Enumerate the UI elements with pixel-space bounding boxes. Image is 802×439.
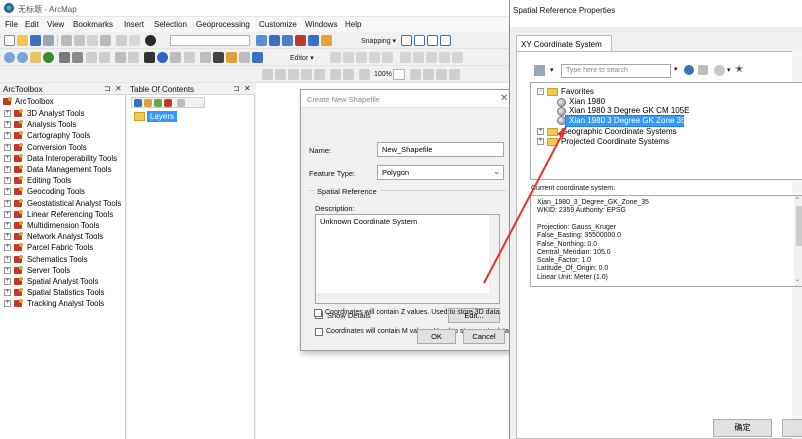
arrow-line — [483, 126, 567, 284]
annotation-arrow — [483, 126, 567, 284]
arrow-head — [557, 127, 566, 138]
